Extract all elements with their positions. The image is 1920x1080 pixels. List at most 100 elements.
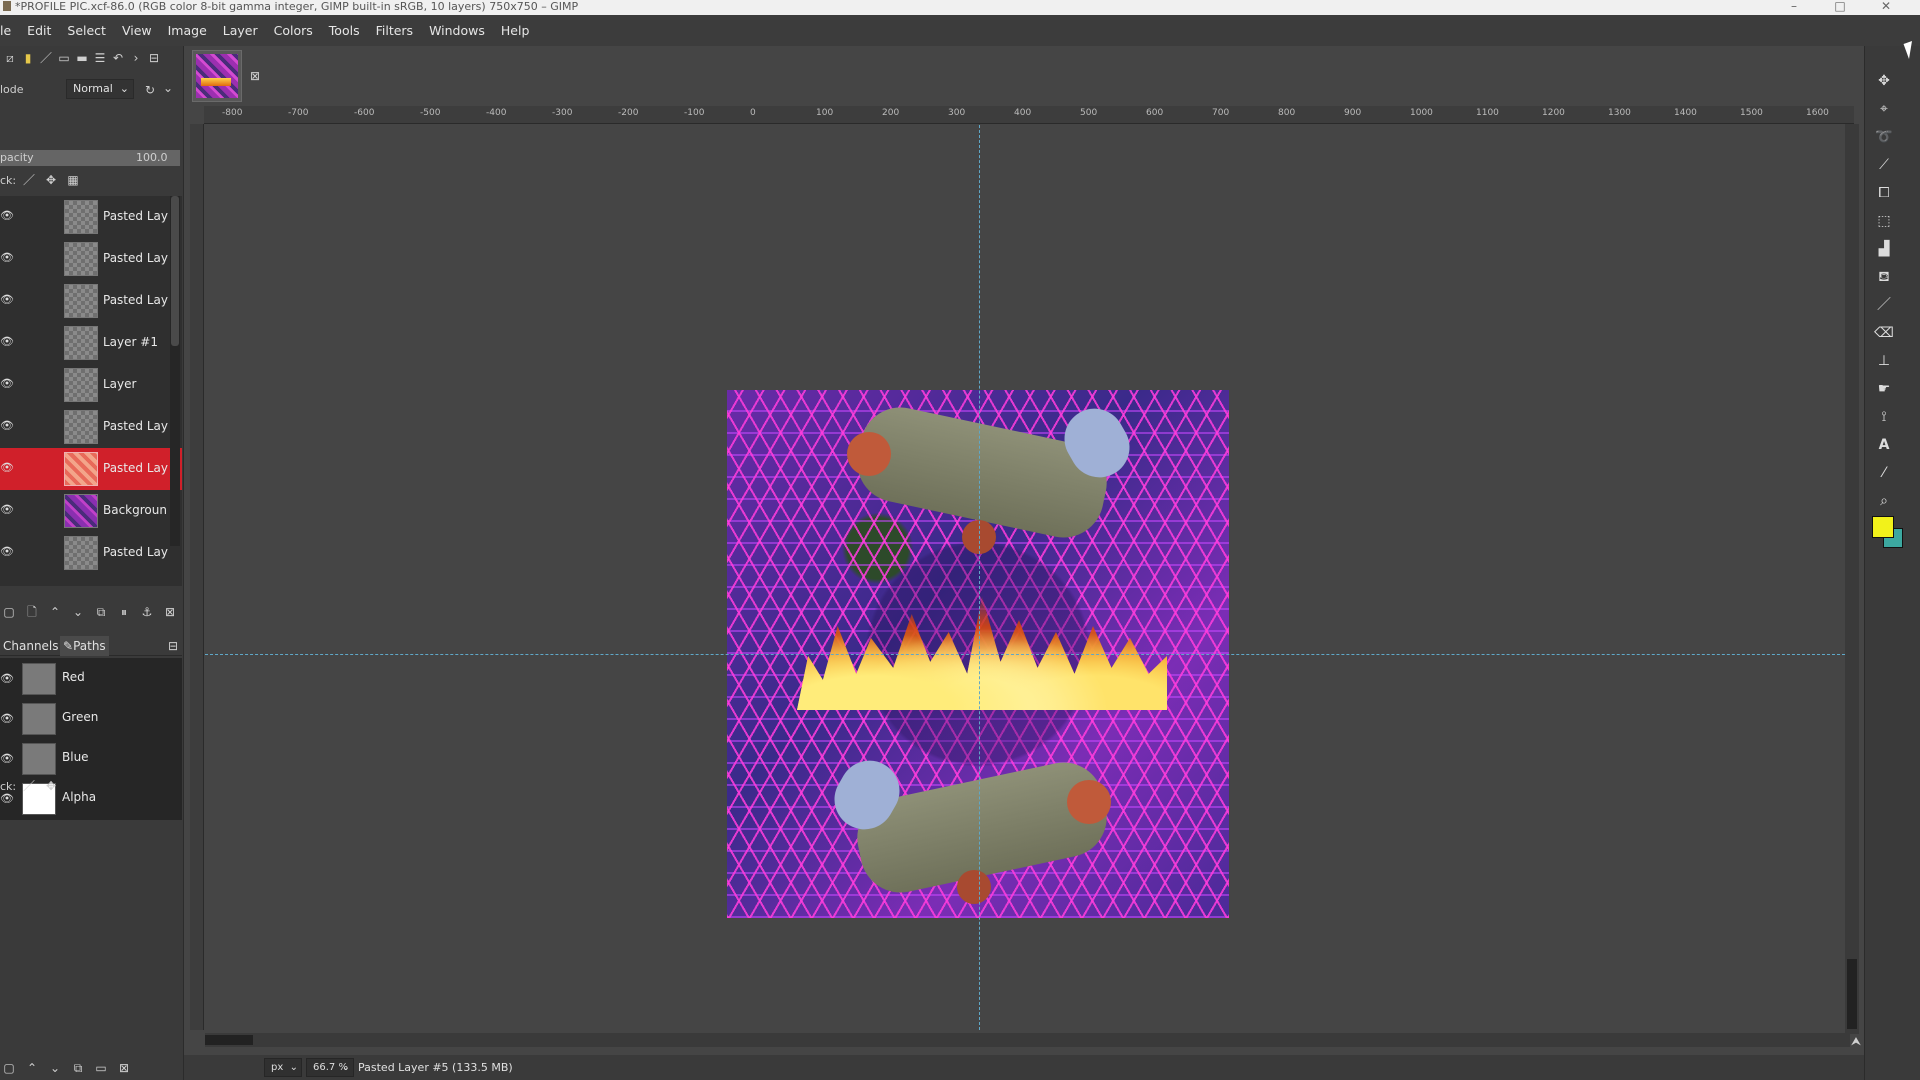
- scrollbar-thumb[interactable]: [205, 1035, 253, 1045]
- navigate-icon[interactable]: ⮝: [1849, 1034, 1863, 1048]
- duplicate-layer-icon[interactable]: ⧉: [94, 605, 108, 619]
- visibility-eye-icon[interactable]: 👁: [0, 546, 14, 558]
- zoom-select[interactable]: 66.7 % ⌄: [306, 1058, 354, 1077]
- menu-tools[interactable]: Tools: [321, 23, 368, 38]
- vertical-ruler[interactable]: [190, 124, 204, 1030]
- scrollbar-thumb[interactable]: [171, 196, 179, 346]
- brush-tab-icon[interactable]: ／: [39, 51, 53, 65]
- menu-layer[interactable]: Layer: [215, 23, 266, 38]
- layers-scrollbar[interactable]: [170, 196, 180, 546]
- warp-tool-icon[interactable]: ▟: [1873, 238, 1895, 260]
- visibility-eye-icon[interactable]: 👁: [0, 210, 14, 222]
- mode-select[interactable]: Normal ⌄: [66, 79, 134, 99]
- layer-row-active[interactable]: 👁 Pasted Lay: [0, 448, 182, 490]
- device-tab-icon[interactable]: ▭: [57, 51, 71, 65]
- layer-row[interactable]: 👁 Backgroun: [0, 490, 182, 532]
- delete-layer-icon[interactable]: ⊠: [163, 605, 177, 619]
- anchor-layer-icon[interactable]: ⚓: [140, 605, 154, 619]
- smudge-tool-icon[interactable]: ☛: [1873, 378, 1895, 400]
- clone-tool-icon[interactable]: ⊥: [1873, 350, 1895, 372]
- visibility-eye-icon[interactable]: 👁: [0, 294, 14, 306]
- vertical-scrollbar[interactable]: [1845, 124, 1859, 1034]
- minimize-button[interactable]: –: [1774, 0, 1814, 15]
- visibility-eye-icon[interactable]: 👁: [0, 462, 14, 474]
- menu-colors[interactable]: Colors: [266, 23, 321, 38]
- visibility-eye-icon[interactable]: 👁: [0, 752, 14, 765]
- zoom-tool-icon[interactable]: ⌕: [1873, 490, 1895, 512]
- layer-row[interactable]: 👁 Pasted Lay: [0, 406, 182, 448]
- menu-edit[interactable]: Edit: [19, 23, 59, 38]
- unit-select[interactable]: px ⌄: [264, 1058, 302, 1077]
- visibility-eye-icon[interactable]: 👁: [0, 792, 14, 805]
- lock-position-icon[interactable]: ✥: [44, 173, 58, 187]
- close-image-tab-icon[interactable]: ⊠: [248, 69, 262, 83]
- lower-channel-icon[interactable]: ⌄: [48, 1061, 62, 1075]
- layer-row[interactable]: 👁 Layer #1: [0, 322, 182, 364]
- align-tool-icon[interactable]: ⌖: [1873, 98, 1895, 120]
- duplicate-channel-icon[interactable]: ⧉: [71, 1061, 85, 1075]
- arrow-right-icon[interactable]: ›: [129, 51, 143, 65]
- horizontal-guide[interactable]: [205, 654, 1845, 655]
- layer-row[interactable]: 👁 Layer: [0, 364, 182, 406]
- menu-help[interactable]: Help: [493, 23, 538, 38]
- visibility-eye-icon[interactable]: 👁: [0, 336, 14, 348]
- lower-layer-icon[interactable]: ⌄: [71, 605, 85, 619]
- chevron-down-icon[interactable]: ⌄: [161, 81, 175, 95]
- lock-pixels-icon[interactable]: ／: [22, 173, 36, 187]
- menu-windows[interactable]: Windows: [421, 23, 493, 38]
- maximize-button[interactable]: □: [1820, 0, 1860, 15]
- visibility-eye-icon[interactable]: 👁: [0, 672, 14, 685]
- visibility-eye-icon[interactable]: 👁: [0, 712, 14, 725]
- menu-view[interactable]: View: [114, 23, 160, 38]
- scrollbar-thumb[interactable]: [1847, 959, 1857, 1029]
- menu-image[interactable]: Image: [160, 23, 215, 38]
- channel-row[interactable]: 👁 Red: [0, 658, 182, 698]
- delete-channel-icon[interactable]: ⊠: [117, 1061, 131, 1075]
- text-tool-icon[interactable]: A: [1873, 434, 1895, 456]
- bucket-fill-icon[interactable]: ⛾: [1873, 266, 1895, 288]
- color-picker-icon[interactable]: ⁄: [1873, 462, 1895, 484]
- visibility-eye-icon[interactable]: 👁: [0, 420, 14, 432]
- horizontal-scrollbar[interactable]: [205, 1033, 1850, 1047]
- layer-row[interactable]: 👁 Pasted Lay: [0, 532, 182, 574]
- horizontal-ruler[interactable]: -800 -700 -600 -500 -400 -300 -200 -100 0 100 200 3…: [204, 106, 1854, 124]
- color-tab-icon[interactable]: ▮: [21, 51, 35, 65]
- new-channel-icon[interactable]: ▢: [2, 1061, 16, 1075]
- configure-tab-icon[interactable]: ⊟: [147, 51, 161, 65]
- paths-tool-icon[interactable]: ⟟: [1873, 406, 1895, 428]
- menu-file[interactable]: le: [0, 23, 19, 38]
- foreground-color-swatch[interactable]: [1872, 516, 1894, 538]
- document-tab-icon[interactable]: ☰: [93, 51, 107, 65]
- layer-group-icon[interactable]: ▢: [2, 605, 16, 619]
- transform-tool-icon[interactable]: ⬚: [1873, 210, 1895, 232]
- undo-tab-icon[interactable]: ↶: [111, 51, 125, 65]
- fuzzy-select-icon[interactable]: ⟋: [1873, 154, 1895, 176]
- paintbrush-icon[interactable]: ／: [1873, 294, 1895, 316]
- layer-row[interactable]: 👁 Pasted Lay: [0, 196, 182, 238]
- visibility-eye-icon[interactable]: 👁: [0, 504, 14, 516]
- layer-row[interactable]: 👁 Pasted Lay: [0, 280, 182, 322]
- vertical-guide[interactable]: [979, 125, 980, 1030]
- tab-channels[interactable]: Channels: [0, 636, 62, 656]
- crop-tool-icon[interactable]: ⧠: [1873, 182, 1895, 204]
- lock-position-icon[interactable]: ✥: [44, 779, 58, 793]
- merge-layer-icon[interactable]: ⏸: [117, 605, 131, 619]
- mode-reset-icon[interactable]: ↻: [143, 83, 157, 97]
- lock-alpha-icon[interactable]: ▦: [66, 173, 80, 187]
- raise-layer-icon[interactable]: ⌃: [48, 605, 62, 619]
- eraser-icon[interactable]: ⌫: [1873, 322, 1895, 344]
- channel-to-selection-icon[interactable]: ▭: [94, 1061, 108, 1075]
- tab-paths[interactable]: ✎Paths: [60, 636, 109, 656]
- visibility-eye-icon[interactable]: 👁: [0, 378, 14, 390]
- lock-pixels-icon[interactable]: ／: [22, 779, 36, 793]
- layer-row[interactable]: 👁 Pasted Lay: [0, 238, 182, 280]
- image-tab-thumbnail[interactable]: [192, 50, 242, 102]
- free-select-icon[interactable]: ➰: [1873, 126, 1895, 148]
- menu-filters[interactable]: Filters: [368, 23, 421, 38]
- new-layer-icon[interactable]: 🗋: [25, 605, 39, 619]
- tool-options-icon[interactable]: ⧄: [3, 51, 17, 65]
- move-tool-icon[interactable]: ✥: [1873, 70, 1895, 92]
- channel-row[interactable]: 👁 Green: [0, 698, 182, 738]
- opacity-slider[interactable]: pacity 100.0: [0, 150, 180, 166]
- menu-select[interactable]: Select: [59, 23, 114, 38]
